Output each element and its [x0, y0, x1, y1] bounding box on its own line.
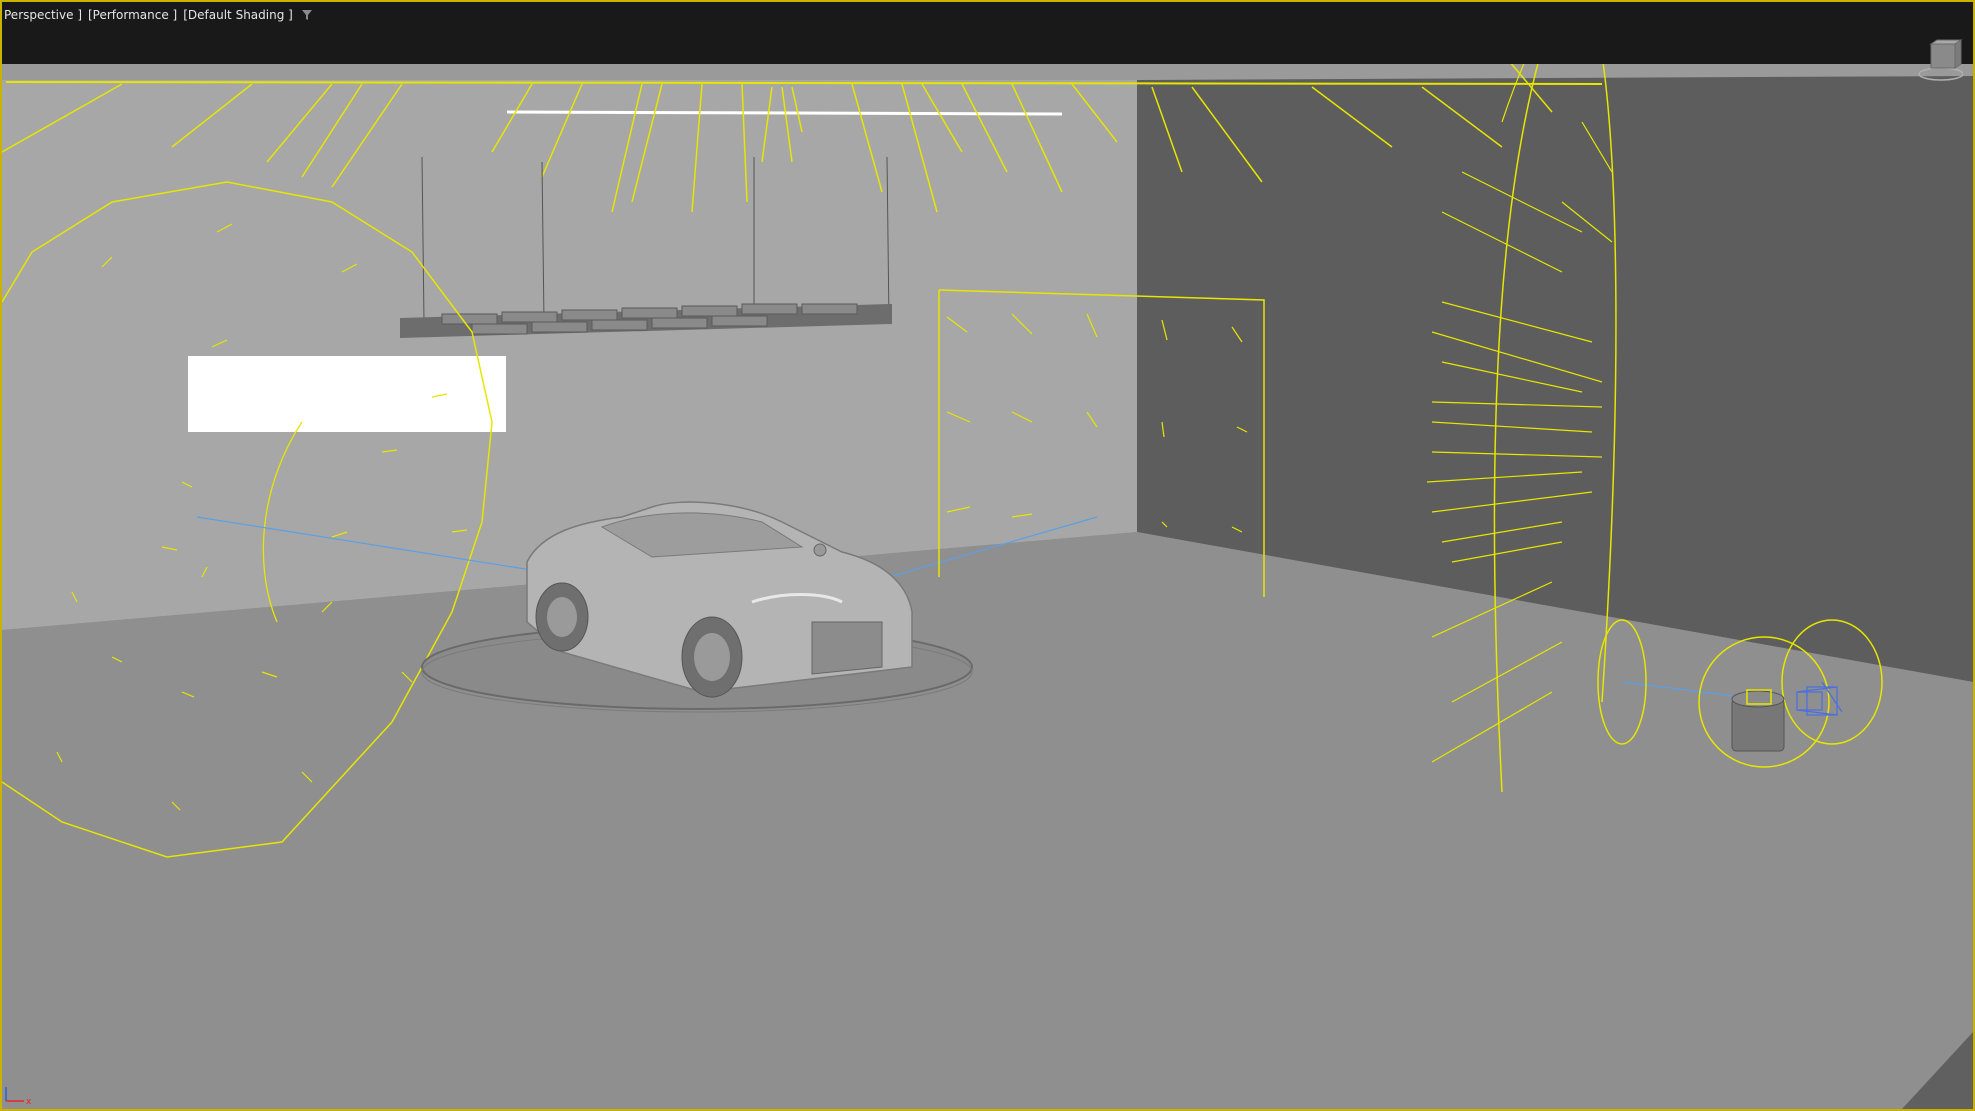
axis-tripod-icon: x	[2, 1073, 36, 1107]
strip-light	[506, 110, 1063, 116]
softbox-light[interactable]	[188, 356, 506, 432]
svg-text:x: x	[26, 1097, 32, 1105]
view-label-performance[interactable]: [Performance ]	[88, 8, 177, 22]
view-label-perspective[interactable]: Perspective ]	[4, 8, 82, 22]
view-label-default-shading[interactable]: [Default Shading ]	[183, 8, 293, 22]
scene-render[interactable]	[2, 2, 1973, 1109]
filter-icon[interactable]	[299, 7, 315, 23]
viewport-label-menu: Perspective ] [Performance ] [Default Sh…	[4, 7, 315, 23]
viewcube-icon[interactable]	[1915, 38, 1964, 84]
perspective-viewport[interactable]: Perspective ] [Performance ] [Default Sh…	[0, 0, 1975, 1111]
